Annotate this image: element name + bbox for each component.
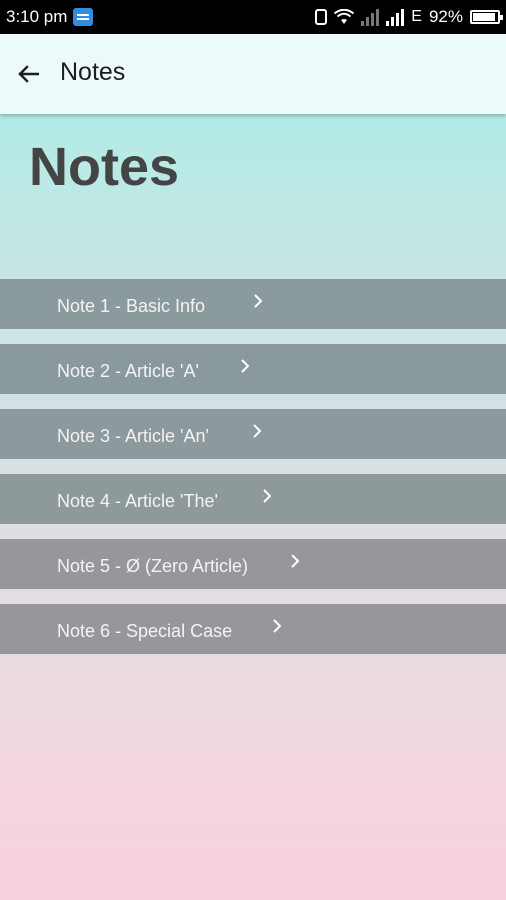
note-label: Note 1 - Basic Info	[57, 296, 206, 316]
note-list: Note 1 - Basic Info Note 2 - Article 'A' N…	[0, 279, 506, 669]
network-type: E	[411, 8, 422, 25]
list-item[interactable]: Note 1 - Basic Info	[0, 279, 506, 329]
battery-fill	[473, 13, 495, 21]
chevron-right-icon	[291, 554, 300, 568]
note-label: Note 4 - Article 'The'	[57, 491, 218, 511]
chevron-right-icon	[241, 359, 250, 373]
status-left: 3:10 pm	[6, 0, 94, 34]
status-time: 3:10 pm	[6, 7, 68, 26]
chevron-right-icon	[263, 489, 272, 503]
signal-icon	[386, 8, 405, 26]
chevron-right-icon	[253, 424, 262, 438]
list-item[interactable]: Note 6 - Special Case	[0, 604, 506, 654]
battery-percent: 92%	[428, 7, 463, 26]
list-item[interactable]: Note 5 - Ø (Zero Article)	[0, 539, 506, 589]
note-label: Note 5 - Ø (Zero Article)	[57, 556, 249, 576]
battery-icon	[470, 10, 503, 24]
note-label: Note 2 - Article 'A'	[57, 361, 199, 381]
signal-icon-sim1	[361, 8, 380, 26]
app-bar: Notes	[0, 34, 506, 114]
status-bar: 3:10 pm E 92%	[0, 0, 506, 34]
vibrate-icon	[315, 9, 328, 25]
list-item[interactable]: Note 4 - Article 'The'	[0, 474, 506, 524]
wifi-icon	[334, 9, 355, 24]
app-bar-title: Notes	[60, 58, 126, 86]
note-label: Note 6 - Special Case	[57, 621, 233, 641]
chevron-right-icon	[254, 294, 263, 308]
status-right: E 92%	[315, 0, 503, 34]
page-title: Notes	[29, 137, 180, 197]
list-item[interactable]: Note 2 - Article 'A'	[0, 344, 506, 394]
back-button[interactable]	[6, 52, 50, 96]
message-icon	[73, 8, 94, 26]
list-item[interactable]: Note 3 - Article 'An'	[0, 409, 506, 459]
note-label: Note 3 - Article 'An'	[57, 426, 209, 446]
arrow-left-icon	[18, 65, 39, 83]
chevron-right-icon	[273, 619, 282, 633]
